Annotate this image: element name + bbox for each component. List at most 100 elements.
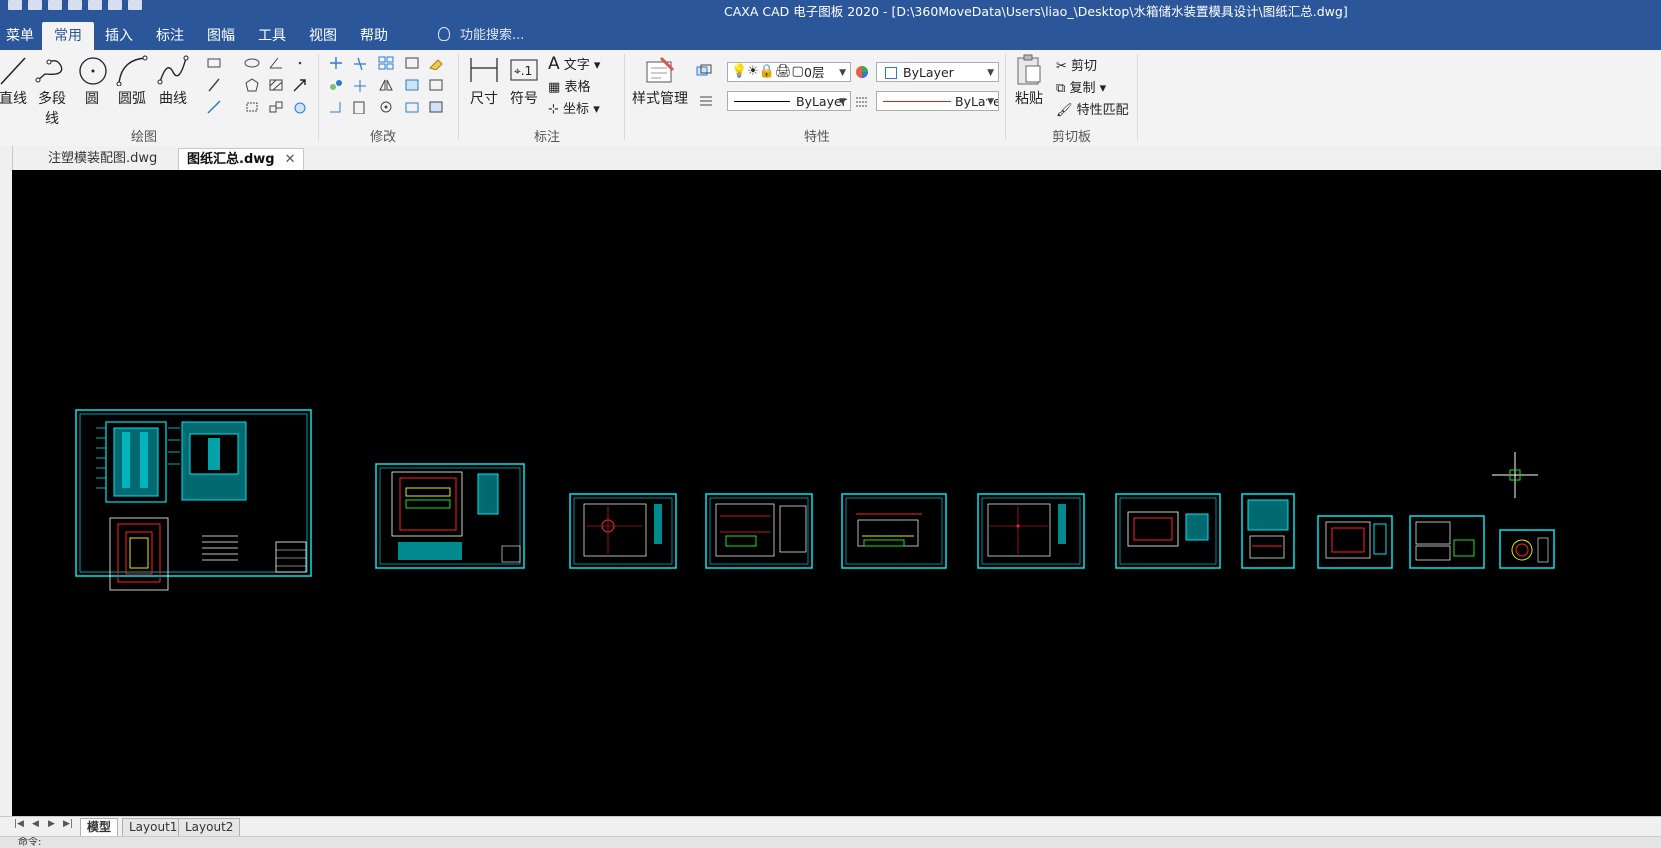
layer-manager-icon[interactable] xyxy=(696,64,712,78)
prev-tab-icon[interactable]: ◀ xyxy=(32,819,39,829)
save-as-icon[interactable] xyxy=(68,0,82,10)
erase-tool-icon[interactable] xyxy=(428,56,444,71)
table-button[interactable]: ▦ 表格 xyxy=(548,76,590,95)
array-tool-icon[interactable] xyxy=(378,56,394,70)
drawing-sheet[interactable] xyxy=(1241,493,1295,569)
explode-tool-icon[interactable] xyxy=(404,100,420,114)
ellipse-tool-icon[interactable] xyxy=(244,56,260,70)
copy-tool-icon[interactable] xyxy=(328,78,344,92)
extend-tool-icon[interactable] xyxy=(352,78,368,92)
drawing-sheet[interactable] xyxy=(977,493,1085,569)
dimension-button[interactable]: 尺寸 xyxy=(468,54,500,108)
fillet-tool-icon[interactable] xyxy=(328,100,344,114)
modify-group-label: 修改 xyxy=(370,130,397,145)
doc-tab-assembly[interactable]: 注塑模装配图.dwg xyxy=(40,148,165,169)
cloud-tool-icon[interactable] xyxy=(292,100,308,114)
symbol-button[interactable]: ⌖.1 符号 xyxy=(508,54,540,108)
lineweight-list-icon[interactable] xyxy=(698,93,714,107)
lineweight-select[interactable]: ByLayer▼ xyxy=(876,91,999,111)
redo-icon[interactable] xyxy=(128,0,142,10)
drawing-sheet[interactable] xyxy=(1499,529,1555,569)
layout-tab-layout1[interactable]: Layout1 xyxy=(122,818,185,837)
stretch-tool-icon[interactable] xyxy=(352,100,368,115)
trim-tool-icon[interactable] xyxy=(352,56,368,71)
point-tool-icon[interactable] xyxy=(292,56,308,70)
paste-button[interactable]: 粘贴 xyxy=(1012,54,1046,108)
arc-button[interactable]: 圆弧 xyxy=(115,54,149,108)
tab-help[interactable]: 帮助 xyxy=(348,22,400,50)
next-tab-icon[interactable]: ▶ xyxy=(48,819,55,829)
coordinate-button[interactable]: ⊹ 坐标 ▾ xyxy=(548,98,600,117)
drawing-area[interactable] xyxy=(12,170,1661,816)
last-tab-icon[interactable]: ▶| xyxy=(63,819,73,829)
color-select[interactable]: ByLayer ▼ xyxy=(876,62,999,82)
drawing-sheet[interactable] xyxy=(1317,515,1393,569)
hatch-tool-icon[interactable] xyxy=(268,78,284,92)
curve-icon xyxy=(157,55,189,85)
undo-icon[interactable] xyxy=(108,0,122,10)
text-button[interactable]: A 文字 ▾ xyxy=(548,54,600,74)
curve-button[interactable]: 曲线 xyxy=(156,54,190,108)
annotate-group-label: 标注 xyxy=(534,130,561,145)
first-tab-icon[interactable]: |◀ xyxy=(14,819,24,829)
lineweight-icon[interactable] xyxy=(854,94,870,108)
tab-home[interactable]: 常用 xyxy=(42,22,94,50)
copy-button[interactable]: ⧉ 复制 ▾ xyxy=(1056,77,1106,96)
drawing-sheet[interactable] xyxy=(75,409,312,591)
chevron-down-icon: ▼ xyxy=(839,97,846,107)
feature-search[interactable]: 功能搜索... xyxy=(438,22,524,50)
linetype-select[interactable]: ByLayer ▼ xyxy=(727,91,851,111)
slash-line-tool-icon[interactable] xyxy=(206,78,222,92)
drawing-sheet[interactable] xyxy=(841,493,947,569)
layout-tab-layout2[interactable]: Layout2 xyxy=(178,818,241,837)
layer-state-icons: 💡☀🔒🖨▢ xyxy=(731,64,804,79)
menu-bar: 菜单 常用 插入 标注 图幅 工具 视图 帮助 功能搜索... xyxy=(0,22,1661,50)
polygon-tool-icon[interactable] xyxy=(244,78,260,92)
tab-tools[interactable]: 工具 xyxy=(246,22,298,50)
rectangle-tool-icon[interactable] xyxy=(206,56,222,70)
doc-tab-summary[interactable]: 图纸汇总.dwg ✕ xyxy=(178,148,305,170)
region-tool-icon[interactable] xyxy=(244,100,260,114)
command-line[interactable]: 命令: xyxy=(0,836,1661,848)
drawing-sheet[interactable] xyxy=(569,493,677,569)
mirror-tool-icon[interactable] xyxy=(378,78,394,92)
break-tool-icon[interactable] xyxy=(428,78,444,92)
print-icon[interactable] xyxy=(88,0,102,10)
doc-tab-label: 图纸汇总.dwg xyxy=(187,152,275,167)
arrow-tool-icon[interactable] xyxy=(292,78,308,92)
tab-annotate[interactable]: 标注 xyxy=(144,22,196,50)
line-icon xyxy=(0,57,26,85)
cut-button[interactable]: ✂ 剪切 xyxy=(1056,55,1097,74)
color-wheel-icon[interactable] xyxy=(854,65,870,79)
drawing-canvas[interactable] xyxy=(12,170,1661,816)
tab-insert[interactable]: 插入 xyxy=(93,22,145,50)
scale-tool-icon[interactable] xyxy=(404,78,420,92)
angle-line-tool-icon[interactable] xyxy=(268,56,284,70)
crosshair-cursor-icon xyxy=(1492,452,1538,498)
style-manager-button[interactable]: 样式管理 xyxy=(630,54,690,108)
circle-button[interactable]: 圆 xyxy=(78,54,107,108)
line-button[interactable]: 直线 xyxy=(0,54,28,108)
move-tool-icon[interactable] xyxy=(328,56,344,70)
drawing-sheet[interactable] xyxy=(375,463,525,569)
menu-main[interactable]: 菜单 xyxy=(0,22,46,50)
close-icon[interactable]: ✕ xyxy=(285,152,296,167)
rotate-tool-icon[interactable] xyxy=(378,100,394,114)
open-file-icon[interactable] xyxy=(28,0,42,10)
new-file-icon[interactable] xyxy=(8,0,22,10)
block-tool-icon[interactable] xyxy=(268,100,284,114)
layout-tab-bar: |◀ ◀ ▶ ▶| 模型 Layout1 Layout2 xyxy=(0,816,1661,837)
tab-view[interactable]: 视图 xyxy=(297,22,349,50)
drawing-sheet[interactable] xyxy=(705,493,813,569)
polyline-button[interactable]: 多段线 xyxy=(32,54,72,128)
paste-icon xyxy=(1017,54,1041,85)
match-tool-icon[interactable] xyxy=(428,100,444,114)
construction-line-tool-icon[interactable] xyxy=(206,100,222,114)
save-icon[interactable] xyxy=(48,0,62,10)
offset-tool-icon[interactable] xyxy=(404,56,420,70)
tab-sheet[interactable]: 图幅 xyxy=(195,22,247,50)
match-properties-button[interactable]: 🖌 特性匹配 xyxy=(1056,99,1129,118)
drawing-sheet[interactable] xyxy=(1409,515,1485,569)
drawing-sheet[interactable] xyxy=(1115,493,1221,569)
layout-tab-model[interactable]: 模型 xyxy=(80,818,119,837)
